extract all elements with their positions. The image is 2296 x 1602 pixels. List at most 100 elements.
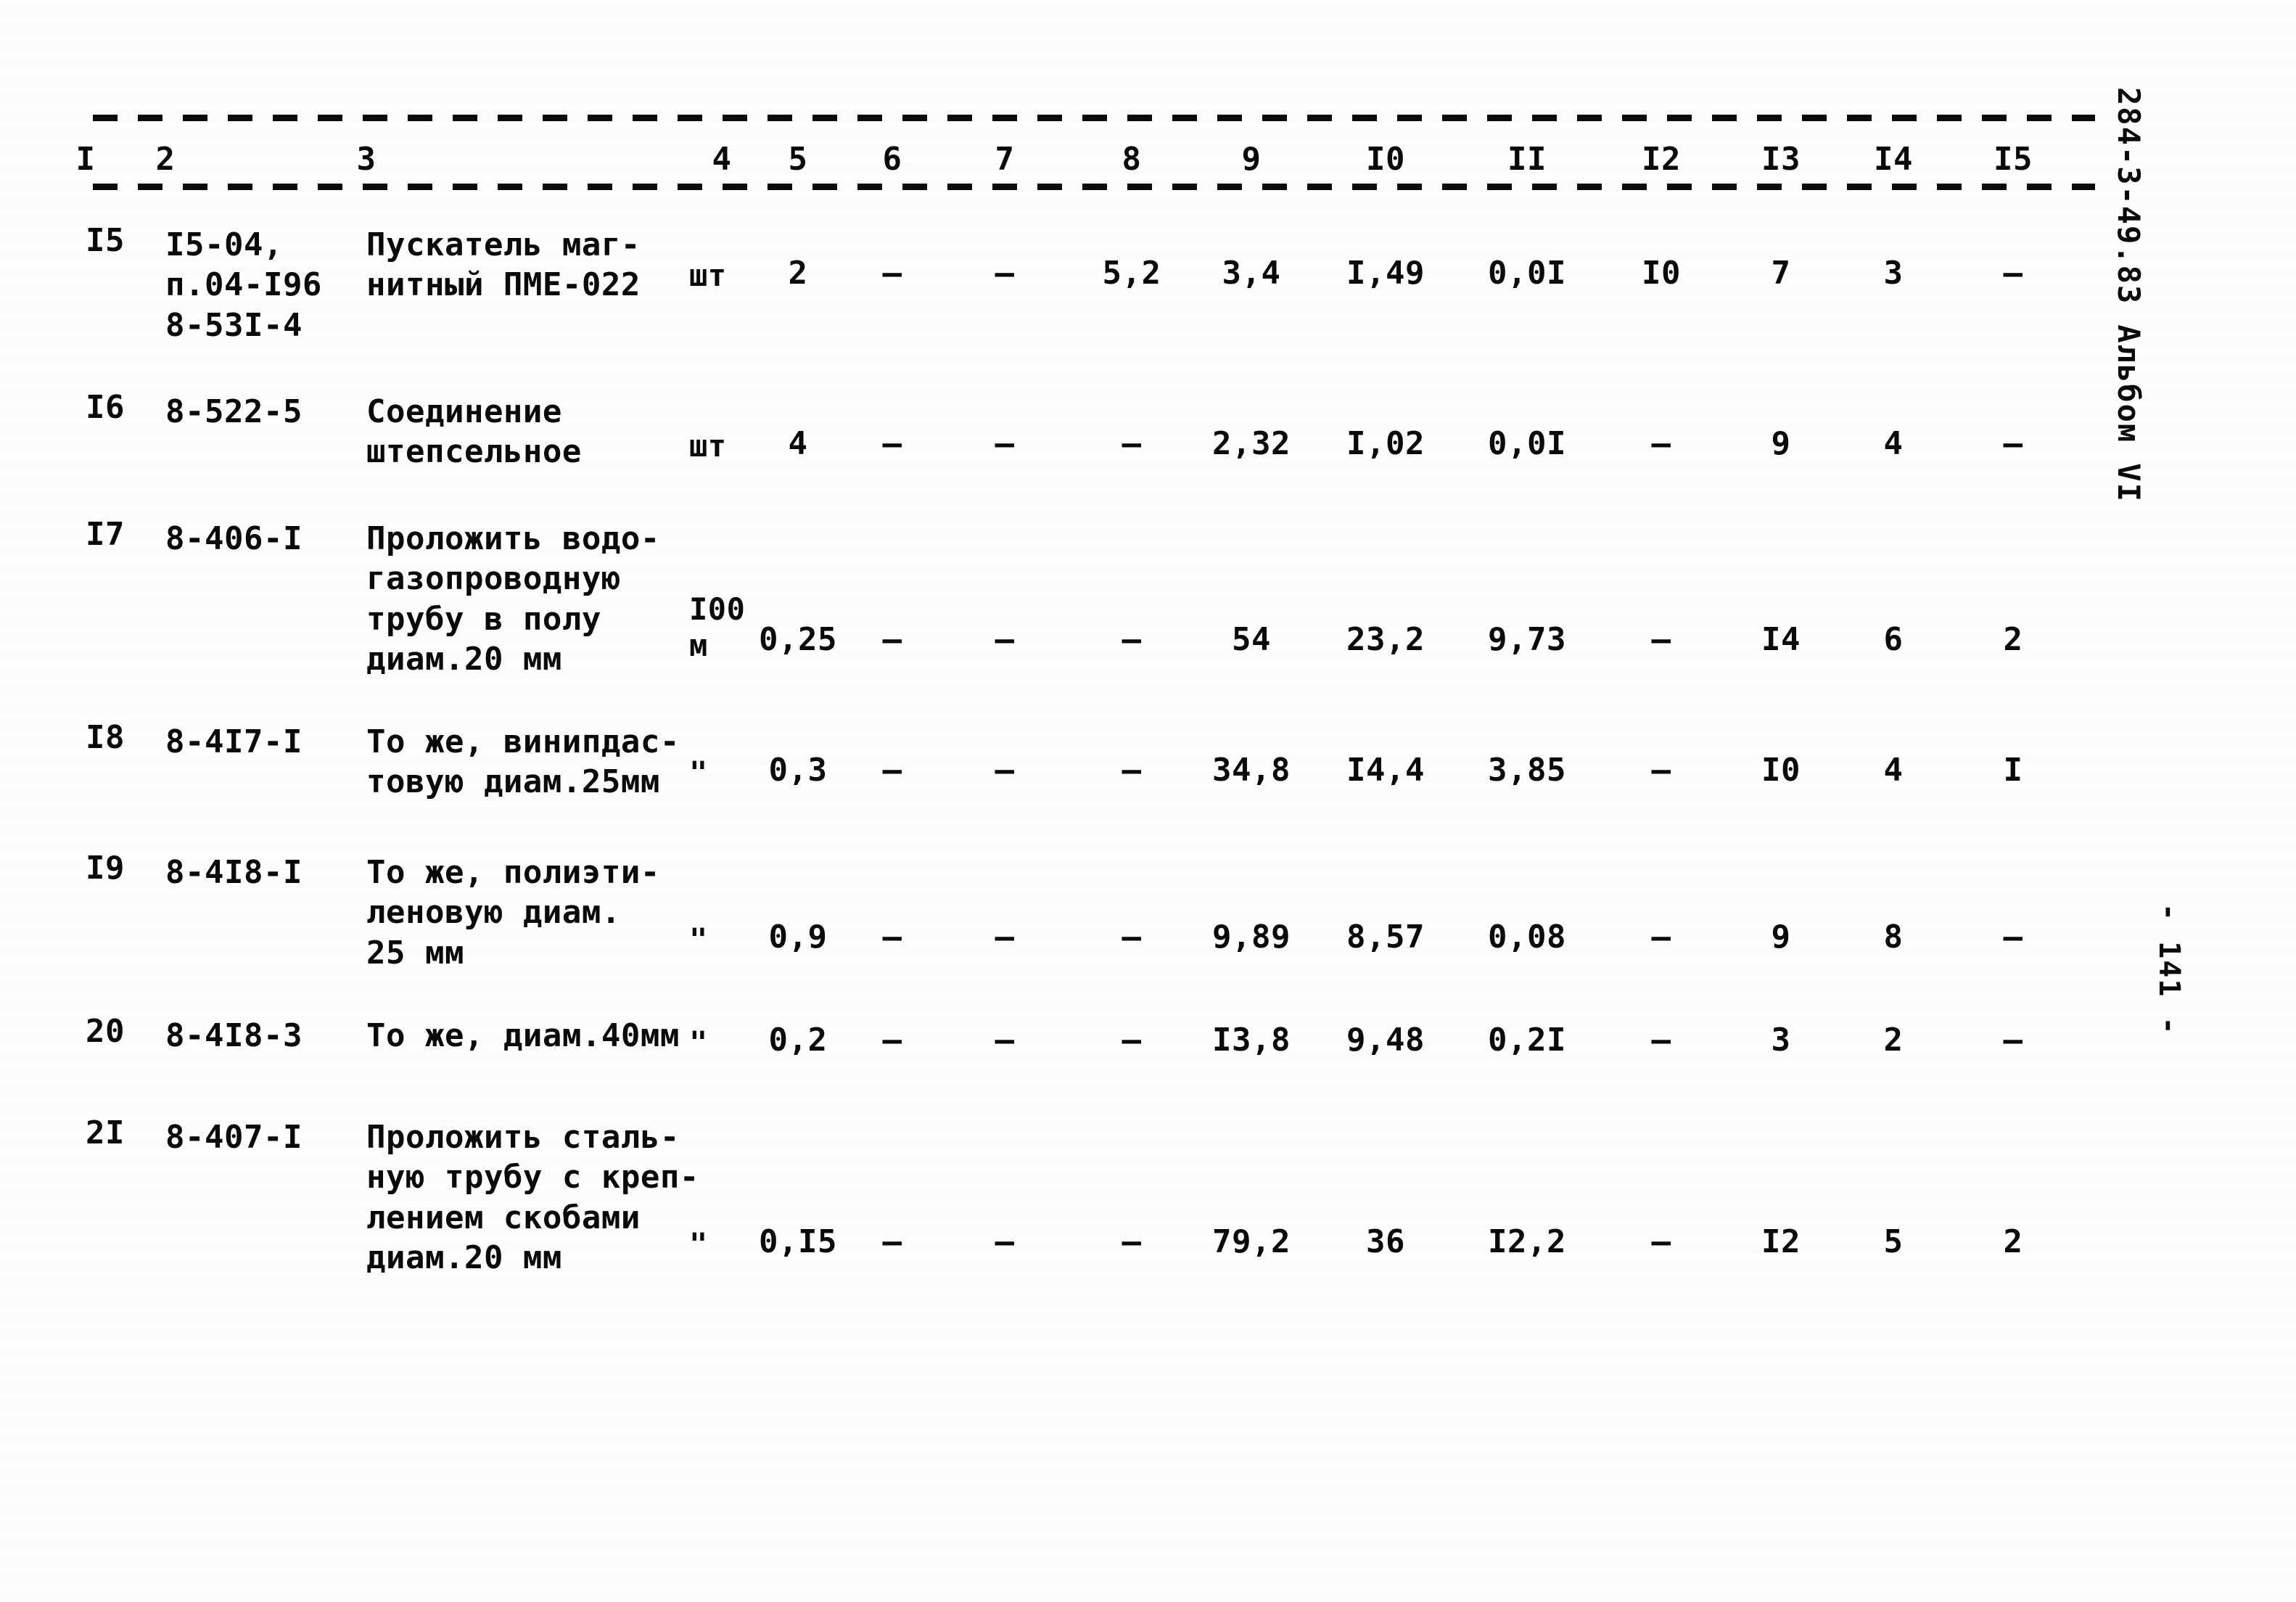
row-value-col-12: – bbox=[1651, 752, 1671, 789]
scan-grain-overlay bbox=[0, 0, 2296, 1602]
row-value-col-11: 0,2I bbox=[1488, 1022, 1566, 1059]
row-description: Проложить водо- газопроводную трубу в по… bbox=[366, 520, 660, 678]
row-value-col-7: – bbox=[995, 919, 1015, 956]
row-description: То же, диам.40мм bbox=[366, 1017, 680, 1054]
row-position-number: I5 bbox=[86, 222, 125, 259]
row-value-col-13: I2 bbox=[1761, 1223, 1801, 1260]
row-norm-code: 8-4I8-3 bbox=[165, 1017, 303, 1054]
row-value-col-8: – bbox=[1122, 1022, 1142, 1059]
row-value-col-7: – bbox=[995, 752, 1015, 789]
row-description: Проложить сталь- ную трубу с креп- ление… bbox=[366, 1119, 699, 1277]
column-header-9: 9 bbox=[1241, 141, 1262, 178]
column-header-II: II bbox=[1507, 141, 1547, 178]
row-value-col-8: – bbox=[1122, 1223, 1142, 1260]
header-underline-dashed-rule bbox=[93, 184, 2095, 190]
row-value-col-15: 2 bbox=[2003, 1223, 2023, 1260]
row-norm-code: 8-522-5 bbox=[165, 393, 303, 430]
row-position-number: I8 bbox=[86, 719, 125, 756]
column-header-I: I bbox=[75, 141, 96, 178]
column-header-6: 6 bbox=[882, 141, 902, 178]
column-header-2: 2 bbox=[155, 141, 176, 178]
row-value-col-6: – bbox=[882, 1022, 902, 1059]
row-value-col-12: – bbox=[1651, 621, 1671, 658]
row-value-col-11: 3,85 bbox=[1488, 752, 1566, 789]
row-norm-code: 8-407-I bbox=[165, 1119, 303, 1156]
row-position-number: I7 bbox=[86, 516, 125, 553]
row-value-col-6: – bbox=[882, 425, 902, 462]
row-unit: " bbox=[689, 1024, 708, 1060]
row-value-col-9: 54 bbox=[1232, 621, 1271, 658]
row-value-col-9: 2,32 bbox=[1212, 425, 1291, 462]
column-header-5: 5 bbox=[788, 141, 808, 178]
row-value-col-10: 8,57 bbox=[1346, 919, 1425, 956]
row-value-col-14: 2 bbox=[1883, 1022, 1904, 1059]
row-value-col-7: – bbox=[995, 621, 1015, 658]
row-value-col-6: – bbox=[882, 752, 902, 789]
row-value-col-7: – bbox=[995, 1022, 1015, 1059]
row-position-number: 2I bbox=[86, 1114, 125, 1151]
row-unit: " bbox=[689, 921, 708, 957]
column-header-I0: I0 bbox=[1366, 141, 1405, 178]
row-value-col-8: – bbox=[1122, 621, 1142, 658]
row-value-col-14: 5 bbox=[1883, 1223, 1904, 1260]
row-value-col-9: 9,89 bbox=[1212, 919, 1291, 956]
row-value-col-10: I,49 bbox=[1346, 255, 1425, 292]
row-value-col-14: 6 bbox=[1883, 621, 1904, 658]
row-unit: шт bbox=[689, 428, 727, 464]
row-value-col-12: – bbox=[1651, 1223, 1671, 1260]
row-value-col-13: 3 bbox=[1771, 1022, 1791, 1059]
row-description: То же, винипдас- товую диам.25мм bbox=[366, 723, 680, 801]
page-number: - 141 - bbox=[2152, 903, 2186, 1036]
row-norm-code: I5-04, п.04-I96 8-53I-4 bbox=[165, 226, 322, 344]
column-header-I3: I3 bbox=[1761, 141, 1801, 178]
row-value-col-7: – bbox=[995, 1223, 1015, 1260]
row-value-col-12: – bbox=[1651, 1022, 1671, 1059]
row-norm-code: 8-406-I bbox=[165, 520, 303, 557]
row-value-col-12: I0 bbox=[1642, 255, 1681, 292]
row-value-col-13: I4 bbox=[1761, 621, 1801, 658]
row-unit: " bbox=[689, 1226, 708, 1262]
row-value-col-10: 9,48 bbox=[1346, 1022, 1425, 1059]
row-position-number: 20 bbox=[86, 1013, 125, 1050]
column-header-I2: I2 bbox=[1642, 141, 1681, 178]
margin-album-stamp: 284-3-49.83 Альбом VI bbox=[2111, 87, 2147, 504]
row-unit: " bbox=[689, 755, 708, 790]
row-value-col-11: 9,73 bbox=[1488, 621, 1566, 658]
row-value-col-6: – bbox=[882, 621, 902, 658]
row-value-col-8: – bbox=[1122, 919, 1142, 956]
row-norm-code: 8-4I8-I bbox=[165, 854, 303, 891]
row-value-col-10: 23,2 bbox=[1346, 621, 1425, 658]
row-value-col-15: I bbox=[2003, 752, 2023, 789]
table-top-dashed-rule bbox=[93, 115, 2095, 121]
column-header-8: 8 bbox=[1122, 141, 1142, 178]
row-value-col-13: I0 bbox=[1761, 752, 1801, 789]
row-value-col-14: 3 bbox=[1883, 255, 1904, 292]
scanned-page: I 2 3 4 5 6 7 8 9 I0 II I2 I3 I4 I5 I5 I5-04, п.04-I96 … bbox=[0, 0, 2296, 1602]
row-value-col-9: 79,2 bbox=[1212, 1223, 1291, 1260]
row-value-col-13: 9 bbox=[1771, 425, 1791, 462]
table-header-row: I 2 3 4 5 6 7 8 9 I0 II I2 I3 I4 I5 bbox=[0, 144, 2104, 184]
column-header-7: 7 bbox=[995, 141, 1015, 178]
row-unit: I00 м bbox=[689, 591, 746, 664]
row-value-col-12: – bbox=[1651, 919, 1671, 956]
column-header-4: 4 bbox=[712, 141, 732, 178]
row-value-col-6: – bbox=[882, 255, 902, 292]
row-value-col-10: I4,4 bbox=[1346, 752, 1425, 789]
row-value-col-8: – bbox=[1122, 425, 1142, 462]
row-description: То же, полиэти- леновую диам. 25 мм bbox=[366, 854, 660, 972]
row-unit: шт bbox=[689, 258, 727, 293]
row-value-col-15: 2 bbox=[2003, 621, 2023, 658]
row-value-col-11: 0,0I bbox=[1488, 255, 1566, 292]
row-value-col-12: – bbox=[1651, 425, 1671, 462]
row-value-col-7: – bbox=[995, 425, 1015, 462]
row-value-col-7: – bbox=[995, 255, 1015, 292]
row-value-col-9: 3,4 bbox=[1222, 255, 1281, 292]
column-header-I5: I5 bbox=[1993, 141, 2033, 178]
row-value-col-14: 4 bbox=[1883, 425, 1904, 462]
row-value-col-11: 0,08 bbox=[1488, 919, 1566, 956]
row-position-number: I6 bbox=[86, 389, 125, 426]
column-header-I4: I4 bbox=[1874, 141, 1913, 178]
row-description: Пускатель маг- нитный ПМЕ-022 bbox=[366, 226, 641, 304]
row-value-col-6: – bbox=[882, 1223, 902, 1260]
row-value-col-14: 4 bbox=[1883, 752, 1904, 789]
